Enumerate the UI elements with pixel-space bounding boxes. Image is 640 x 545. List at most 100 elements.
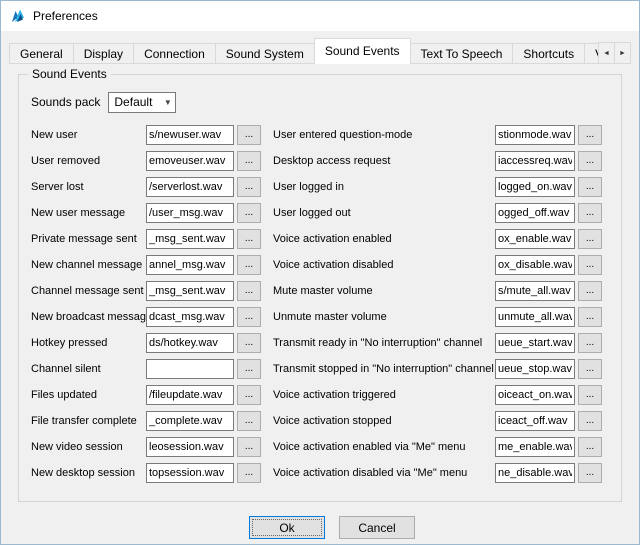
browse-button[interactable]: ... [578, 463, 602, 483]
browse-button[interactable]: ... [578, 411, 602, 431]
browse-button[interactable]: ... [237, 359, 261, 379]
event-label: File transfer complete [31, 415, 146, 427]
sound-file-input[interactable] [495, 463, 575, 483]
sound-events-group: Sound Events Sounds pack Default ▼ New u… [18, 74, 622, 502]
browse-button[interactable]: ... [578, 203, 602, 223]
sound-file-input[interactable] [495, 385, 575, 405]
browse-button[interactable]: ... [578, 437, 602, 457]
sound-file-input[interactable] [495, 125, 575, 145]
event-label: New user [31, 129, 146, 141]
browse-button[interactable]: ... [578, 385, 602, 405]
browse-button[interactable]: ... [578, 151, 602, 171]
sound-event-row: Hotkey pressed... Transmit ready in "No i… [19, 330, 621, 356]
tab-display[interactable]: Display [73, 43, 134, 64]
event-label: New broadcast message [31, 311, 146, 323]
event-label: Transmit stopped in "No interruption" ch… [273, 363, 495, 375]
sound-file-input[interactable] [495, 203, 575, 223]
sound-file-input[interactable] [146, 385, 234, 405]
cancel-button[interactable]: Cancel [339, 516, 415, 539]
sounds-pack-value: Default [114, 95, 160, 109]
browse-button[interactable]: ... [578, 307, 602, 327]
browse-button[interactable]: ... [237, 411, 261, 431]
title-bar: Preferences [1, 1, 639, 31]
sound-event-row: Private message sent...Voice activation … [19, 226, 621, 252]
tab-bar: ◄ ► GeneralDisplayConnectionSound System… [9, 38, 631, 64]
sound-file-input[interactable] [146, 307, 234, 327]
sound-file-input[interactable] [146, 177, 234, 197]
browse-button[interactable]: ... [237, 307, 261, 327]
tab-shortcuts[interactable]: Shortcuts [512, 43, 585, 64]
browse-button[interactable]: ... [578, 333, 602, 353]
sound-file-input[interactable] [495, 177, 575, 197]
browse-button[interactable]: ... [237, 151, 261, 171]
browse-button[interactable]: ... [578, 229, 602, 249]
tab-scroll-left-icon[interactable]: ◄ [598, 42, 615, 64]
event-label: Server lost [31, 181, 146, 193]
browse-button[interactable]: ... [237, 229, 261, 249]
tab-connection[interactable]: Connection [133, 43, 216, 64]
tab-scroll-right-icon[interactable]: ► [614, 42, 631, 64]
event-label: Voice activation disabled [273, 259, 495, 271]
browse-button[interactable]: ... [237, 463, 261, 483]
event-label: Voice activation enabled via "Me" menu [273, 441, 495, 453]
sound-event-row: Channel silent...Transmit stopped in "No… [19, 356, 621, 382]
sound-event-row: File transfer complete... Voice activatio… [19, 408, 621, 434]
tab-general[interactable]: General [9, 43, 74, 64]
event-label: Voice activation triggered [273, 389, 495, 401]
event-label: Voice activation disabled via "Me" menu [273, 467, 495, 479]
sound-event-row: New desktop session... Voice activation d… [19, 460, 621, 486]
ok-button[interactable]: Ok [249, 516, 325, 539]
event-label: Hotkey pressed [31, 337, 146, 349]
sound-file-input[interactable] [495, 281, 575, 301]
browse-button[interactable]: ... [578, 125, 602, 145]
app-icon [10, 8, 26, 24]
sound-file-input[interactable] [146, 437, 234, 457]
tab-text-to-speech[interactable]: Text To Speech [410, 43, 514, 64]
sounds-pack-select[interactable]: Default ▼ [108, 92, 176, 113]
event-label: New desktop session [31, 467, 146, 479]
window-title: Preferences [33, 9, 98, 23]
sound-file-input[interactable] [495, 151, 575, 171]
sound-file-input[interactable] [146, 333, 234, 353]
browse-button[interactable]: ... [237, 281, 261, 301]
browse-button[interactable]: ... [578, 255, 602, 275]
tab-sound-events[interactable]: Sound Events [314, 38, 411, 64]
sound-event-row: New channel message...Voice activation d… [19, 252, 621, 278]
event-label: Transmit ready in "No interruption" chan… [273, 337, 495, 349]
sound-events-rows: New user... User entered question-mode...… [19, 122, 621, 486]
sound-file-input[interactable] [146, 151, 234, 171]
sound-file-input[interactable] [495, 255, 575, 275]
browse-button[interactable]: ... [237, 385, 261, 405]
sound-file-input[interactable] [146, 255, 234, 275]
sound-file-input[interactable] [495, 333, 575, 353]
browse-button[interactable]: ... [237, 203, 261, 223]
tab-sound-system[interactable]: Sound System [215, 43, 315, 64]
browse-button[interactable]: ... [237, 437, 261, 457]
sound-file-input[interactable] [495, 359, 575, 379]
event-label: User logged in [273, 181, 495, 193]
browse-button[interactable]: ... [578, 281, 602, 301]
browse-button[interactable]: ... [578, 359, 602, 379]
sound-file-input[interactable] [146, 229, 234, 249]
sound-file-input[interactable] [495, 229, 575, 249]
sound-file-input[interactable] [495, 437, 575, 457]
event-label: Voice activation stopped [273, 415, 495, 427]
browse-button[interactable]: ... [237, 177, 261, 197]
browse-button[interactable]: ... [237, 125, 261, 145]
sound-file-input[interactable] [495, 411, 575, 431]
sound-file-input[interactable] [146, 125, 234, 145]
browse-button[interactable]: ... [578, 177, 602, 197]
sound-file-input[interactable] [146, 281, 234, 301]
browse-button[interactable]: ... [237, 333, 261, 353]
sound-file-input[interactable] [146, 203, 234, 223]
sound-file-input[interactable] [146, 359, 234, 379]
event-label: Files updated [31, 389, 146, 401]
sound-file-input[interactable] [146, 411, 234, 431]
sound-file-input[interactable] [146, 463, 234, 483]
preferences-window: Preferences ◄ ► GeneralDisplayConnection… [0, 0, 640, 545]
browse-button[interactable]: ... [237, 255, 261, 275]
chevron-down-icon: ▼ [160, 98, 175, 107]
event-label: Private message sent [31, 233, 146, 245]
sound-file-input[interactable] [495, 307, 575, 327]
event-label: User entered question-mode [273, 129, 495, 141]
